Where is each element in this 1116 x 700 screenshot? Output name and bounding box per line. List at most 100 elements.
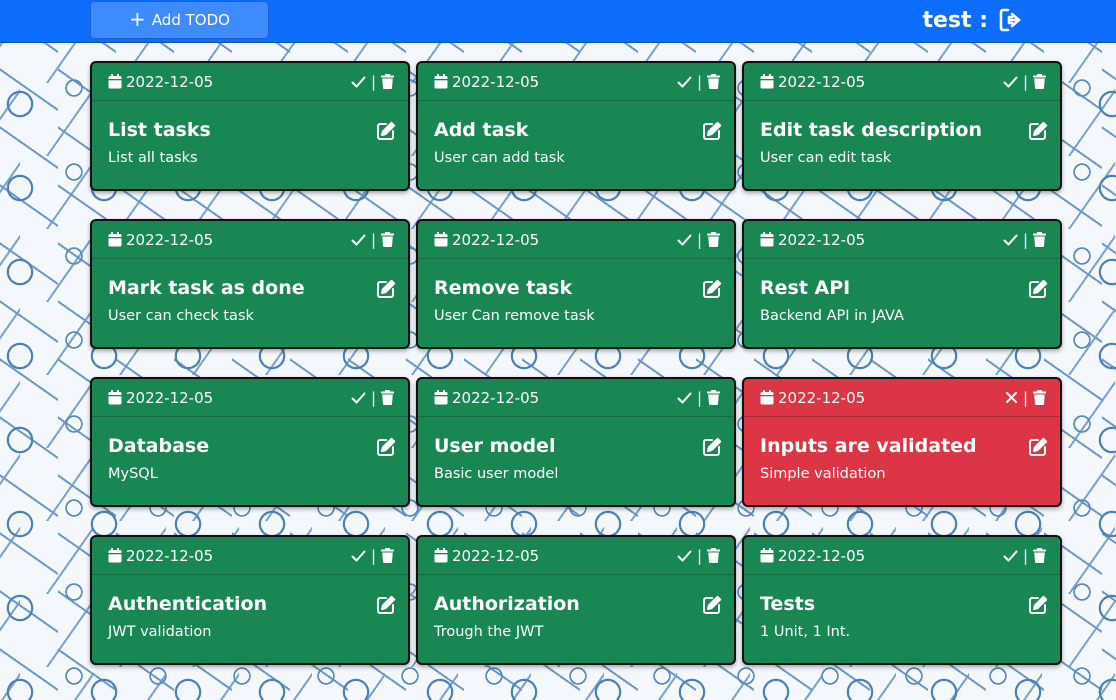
calendar-icon bbox=[108, 74, 122, 89]
check-icon[interactable] bbox=[677, 550, 692, 562]
card-description: User can edit task bbox=[760, 150, 892, 166]
trash-icon[interactable] bbox=[381, 548, 394, 563]
card-header: 2022-12-05 | bbox=[418, 63, 734, 101]
card-body: Tests 1 Unit, 1 Int. bbox=[744, 575, 1060, 641]
card-header: 2022-12-05 | bbox=[418, 221, 734, 259]
edit-icon[interactable] bbox=[702, 279, 722, 299]
calendar-icon bbox=[434, 232, 448, 247]
edit-icon[interactable] bbox=[1028, 595, 1048, 615]
date-wrap: 2022-12-05 bbox=[108, 547, 213, 565]
trash-icon[interactable] bbox=[707, 390, 720, 405]
action-separator: | bbox=[1022, 230, 1028, 249]
card-date: 2022-12-05 bbox=[126, 388, 214, 407]
trash-icon[interactable] bbox=[707, 74, 720, 89]
action-separator: | bbox=[370, 230, 376, 249]
action-separator: | bbox=[1022, 388, 1028, 407]
action-separator: | bbox=[1022, 72, 1028, 91]
date-wrap: 2022-12-05 bbox=[760, 389, 865, 407]
trash-icon[interactable] bbox=[1033, 74, 1046, 89]
card-description: User can add task bbox=[434, 150, 565, 166]
card-title: Add task bbox=[434, 119, 529, 141]
card-actions: | bbox=[677, 73, 720, 91]
trash-icon[interactable] bbox=[707, 548, 720, 563]
x-icon[interactable] bbox=[1005, 391, 1018, 404]
edit-icon[interactable] bbox=[1028, 279, 1048, 299]
card-actions: | bbox=[677, 231, 720, 249]
edit-icon[interactable] bbox=[702, 121, 722, 141]
edit-icon[interactable] bbox=[376, 595, 396, 615]
calendar-icon bbox=[108, 232, 122, 247]
action-separator: | bbox=[696, 388, 702, 407]
trash-icon[interactable] bbox=[1033, 232, 1046, 247]
card-actions: | bbox=[677, 389, 720, 407]
trash-icon[interactable] bbox=[1033, 390, 1046, 405]
check-icon[interactable] bbox=[351, 550, 366, 562]
edit-icon[interactable] bbox=[1028, 121, 1048, 141]
card-body: Authentication JWT validation bbox=[92, 575, 408, 641]
check-icon[interactable] bbox=[677, 234, 692, 246]
card-date: 2022-12-05 bbox=[778, 72, 866, 91]
check-icon[interactable] bbox=[677, 76, 692, 88]
calendar-icon bbox=[760, 548, 774, 563]
trash-icon[interactable] bbox=[707, 232, 720, 247]
card-header: 2022-12-05 | bbox=[92, 221, 408, 259]
check-icon[interactable] bbox=[1003, 234, 1018, 246]
card-header: 2022-12-05 | bbox=[92, 379, 408, 417]
trash-icon[interactable] bbox=[381, 74, 394, 89]
action-separator: | bbox=[696, 72, 702, 91]
date-wrap: 2022-12-05 bbox=[760, 231, 865, 249]
calendar-icon bbox=[434, 74, 448, 89]
check-icon[interactable] bbox=[351, 234, 366, 246]
trash-icon[interactable] bbox=[1033, 548, 1046, 563]
card-title: Inputs are validated bbox=[760, 435, 977, 457]
card-description: Simple validation bbox=[760, 466, 886, 482]
calendar-icon bbox=[108, 548, 122, 563]
edit-icon[interactable] bbox=[376, 279, 396, 299]
card-actions: | bbox=[1003, 547, 1046, 565]
todo-card: 2022-12-05 | Inputs are validated Simple… bbox=[742, 377, 1062, 507]
edit-icon[interactable] bbox=[1028, 437, 1048, 457]
card-title: Database bbox=[108, 435, 210, 457]
todo-card: 2022-12-05 | Tests 1 Unit, 1 Int. bbox=[742, 535, 1062, 665]
plus-icon: + bbox=[129, 7, 146, 31]
trash-icon[interactable] bbox=[381, 232, 394, 247]
card-actions: | bbox=[351, 389, 394, 407]
add-todo-button[interactable]: + Add TODO bbox=[90, 1, 269, 39]
card-title: Authorization bbox=[434, 593, 580, 615]
edit-icon[interactable] bbox=[702, 595, 722, 615]
todo-card: 2022-12-05 | Add task User can add task bbox=[416, 61, 736, 191]
edit-icon[interactable] bbox=[376, 121, 396, 141]
user-area: test : bbox=[922, 4, 1026, 36]
card-header: 2022-12-05 | bbox=[744, 63, 1060, 101]
card-title: List tasks bbox=[108, 119, 211, 141]
check-icon[interactable] bbox=[677, 392, 692, 404]
card-header: 2022-12-05 | bbox=[744, 537, 1060, 575]
card-date: 2022-12-05 bbox=[126, 546, 214, 565]
card-date: 2022-12-05 bbox=[778, 388, 866, 407]
card-date: 2022-12-05 bbox=[452, 546, 540, 565]
check-icon[interactable] bbox=[351, 392, 366, 404]
calendar-icon bbox=[760, 74, 774, 89]
card-header: 2022-12-05 | bbox=[744, 379, 1060, 417]
calendar-icon bbox=[760, 390, 774, 405]
card-body: Remove task User Can remove task bbox=[418, 259, 734, 325]
card-description: MySQL bbox=[108, 466, 158, 482]
card-title: Tests bbox=[760, 593, 816, 615]
calendar-icon bbox=[434, 390, 448, 405]
todo-card: 2022-12-05 | User model Basic user model bbox=[416, 377, 736, 507]
todo-card: 2022-12-05 | Remove task User Can remove… bbox=[416, 219, 736, 349]
action-separator: | bbox=[370, 72, 376, 91]
check-icon[interactable] bbox=[1003, 550, 1018, 562]
card-description: User can check task bbox=[108, 308, 254, 324]
edit-icon[interactable] bbox=[702, 437, 722, 457]
logout-icon[interactable] bbox=[998, 6, 1026, 34]
check-icon[interactable] bbox=[1003, 76, 1018, 88]
card-title: Mark task as done bbox=[108, 277, 305, 299]
edit-icon[interactable] bbox=[376, 437, 396, 457]
trash-icon[interactable] bbox=[381, 390, 394, 405]
date-wrap: 2022-12-05 bbox=[760, 73, 865, 91]
check-icon[interactable] bbox=[351, 76, 366, 88]
todo-card: 2022-12-05 | Database MySQL bbox=[90, 377, 410, 507]
card-header: 2022-12-05 | bbox=[92, 63, 408, 101]
card-description: User Can remove task bbox=[434, 308, 595, 324]
